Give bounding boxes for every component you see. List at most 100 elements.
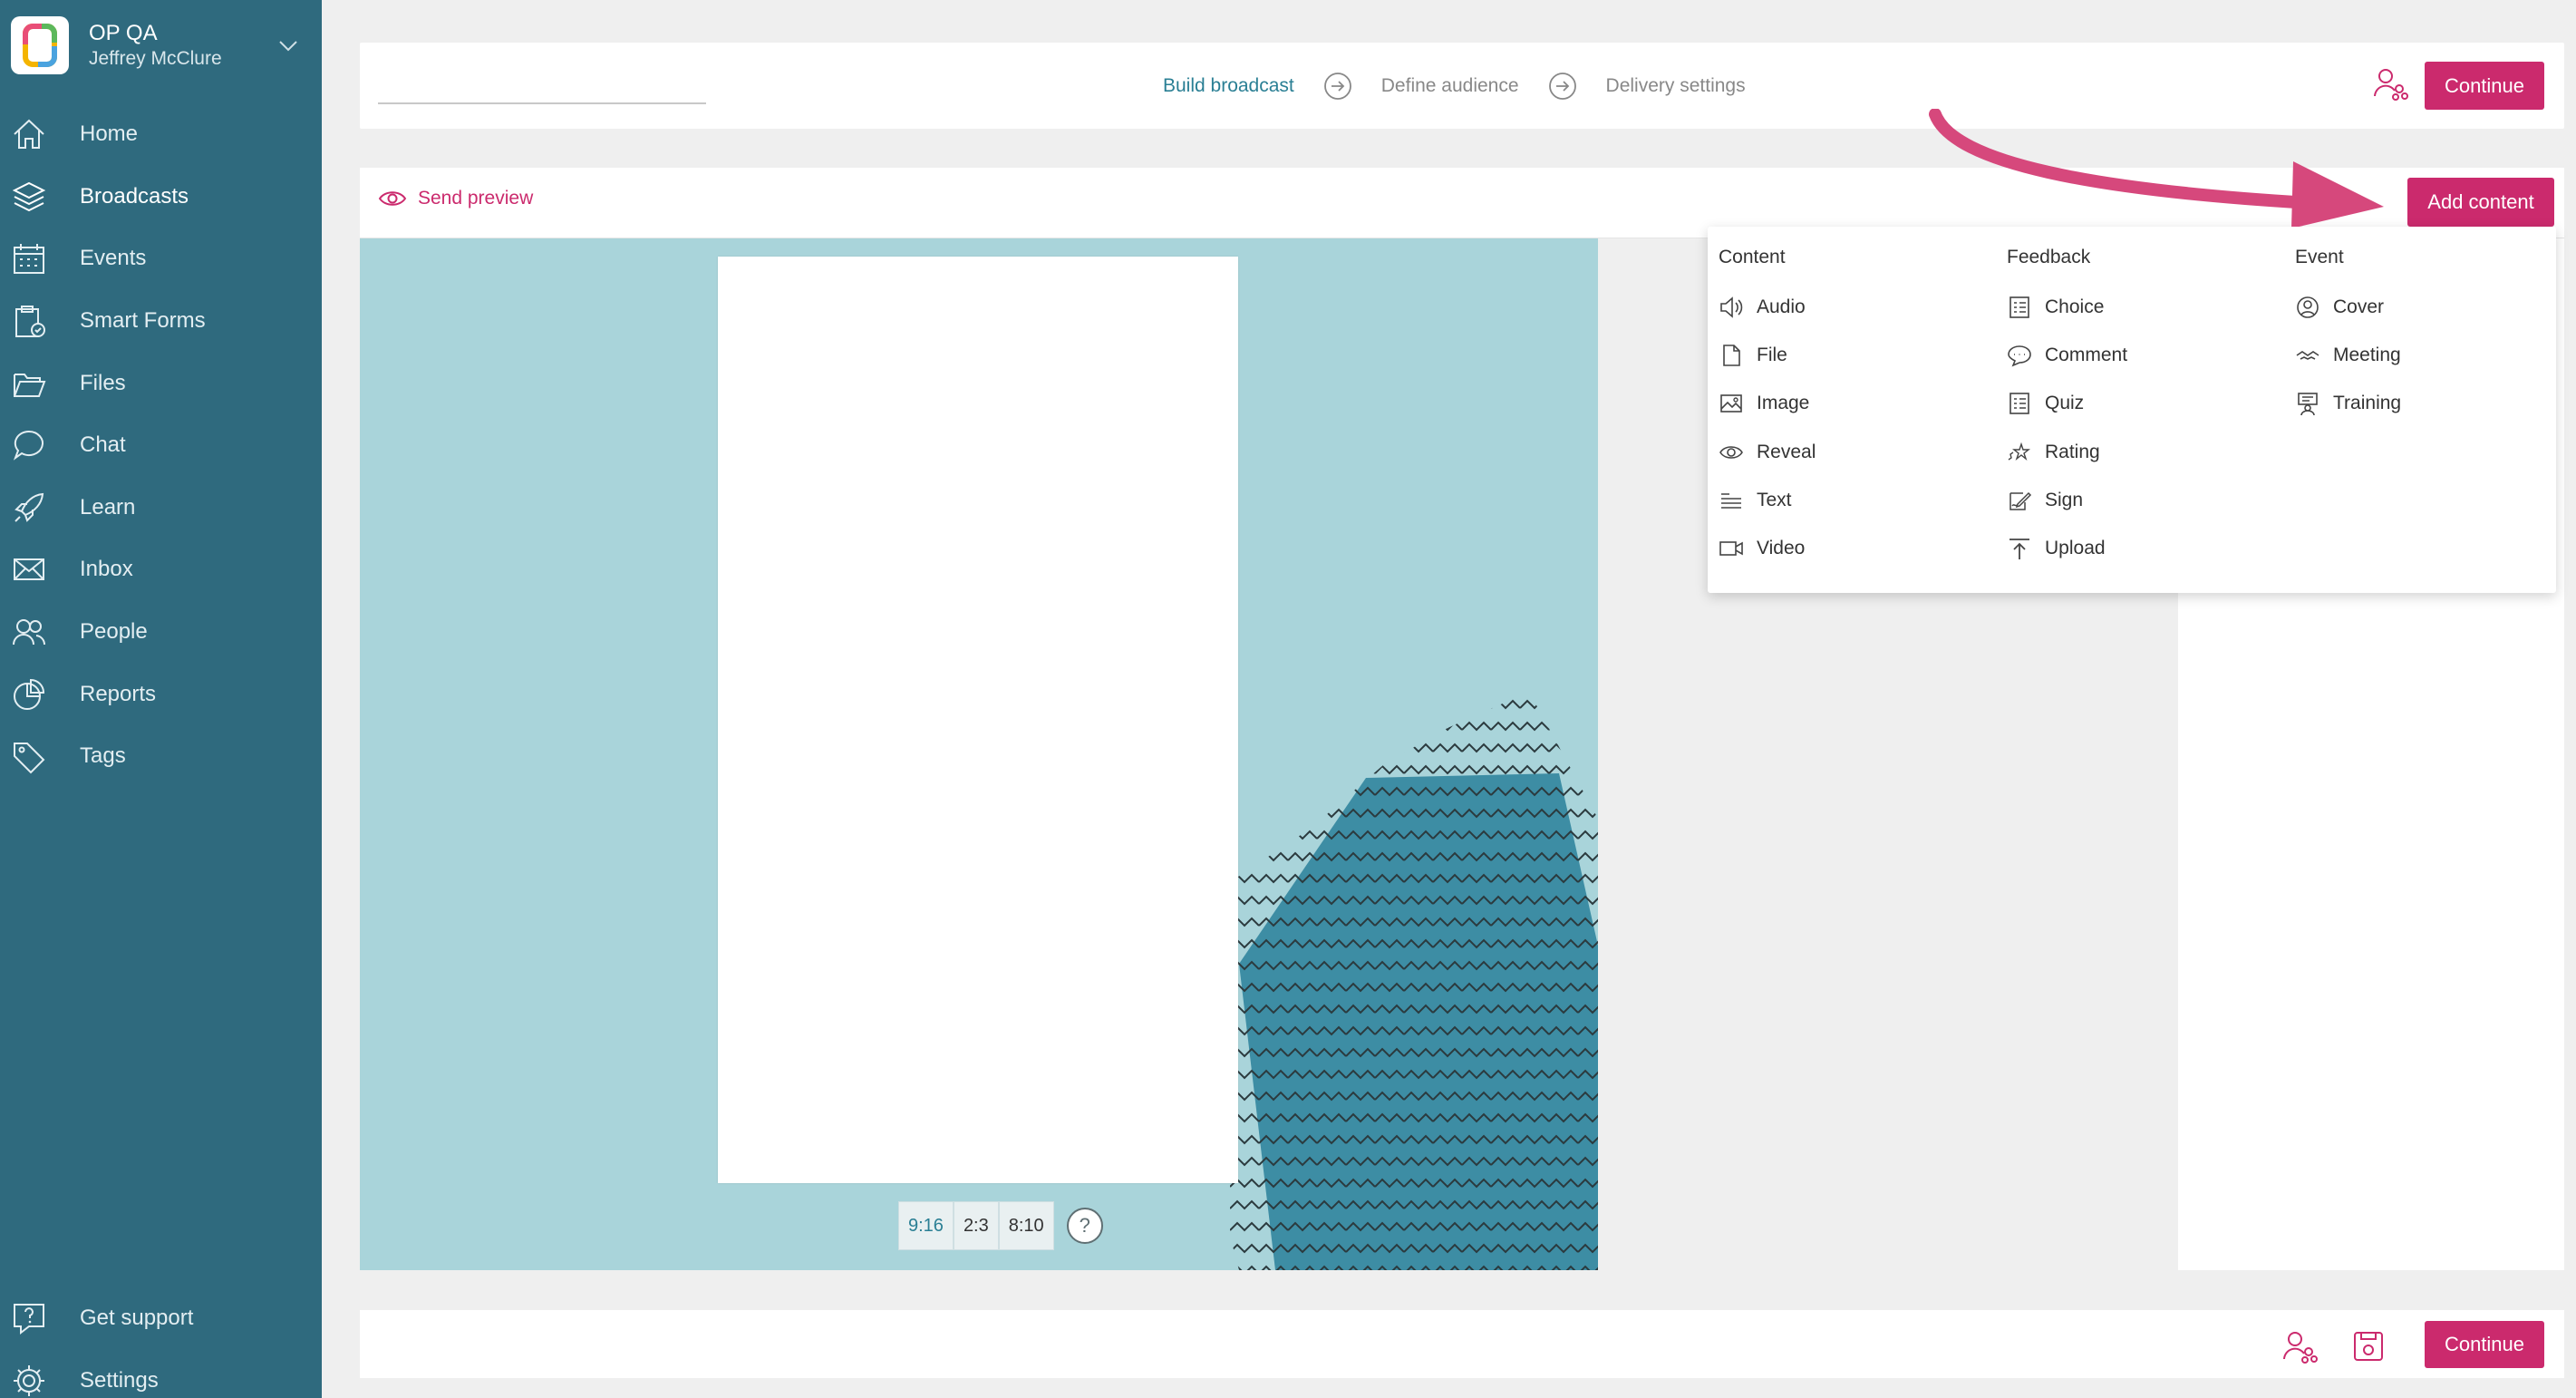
sidebar-item-people[interactable]: People	[0, 601, 322, 664]
org-name: OP QA	[89, 20, 158, 45]
send-preview-label: Send preview	[418, 188, 534, 209]
help-icon	[14, 1304, 44, 1335]
sidebar-item-chat[interactable]: Chat	[0, 414, 322, 477]
menu-item-text[interactable]: Text	[1719, 476, 2000, 524]
sidebar-item-label: Home	[80, 121, 139, 147]
sidebar-item-home[interactable]: Home	[0, 103, 322, 166]
menu-item-label: Rating	[2045, 441, 2100, 462]
menu-item-label: File	[1757, 344, 1787, 365]
menu-item-quiz[interactable]: Quiz	[2007, 380, 2288, 428]
calendar-icon	[14, 244, 44, 275]
send-preview-button[interactable]: Send preview	[378, 188, 533, 209]
bottom-bar: Continue	[360, 1310, 2564, 1378]
chevron-down-icon[interactable]	[276, 33, 301, 58]
help-button[interactable]: ?	[1066, 1208, 1103, 1244]
menu-item-cover[interactable]: Cover	[2295, 283, 2576, 331]
add-content-button[interactable]: Add content	[2407, 178, 2554, 227]
save-icon[interactable]	[2350, 1328, 2387, 1364]
sidebar-nav: Home Broadcasts Events Smart Forms Files…	[0, 103, 322, 788]
eye-icon	[1719, 445, 1743, 459]
list-icon	[2009, 296, 2029, 318]
sidebar-item-reports[interactable]: Reports	[0, 663, 322, 725]
sidebar-item-files[interactable]: Files	[0, 352, 322, 414]
eye-icon	[378, 191, 407, 206]
sidebar-item-label: Tags	[80, 743, 126, 769]
sidebar-item-label: Files	[80, 370, 126, 395]
sidebar-item-label: Settings	[80, 1367, 159, 1393]
audio-icon	[1720, 296, 1743, 318]
clipboard-icon	[15, 306, 45, 338]
ratio-9-16-button[interactable]: 9:16	[898, 1201, 954, 1250]
image-icon	[1720, 394, 1742, 413]
preview-canvas: 9:16 2:3 8:10 ?	[360, 238, 1598, 1270]
sidebar-item-smart-forms[interactable]: Smart Forms	[0, 290, 322, 353]
sidebar-item-learn[interactable]: Learn	[0, 477, 322, 539]
menu-heading: Content	[1719, 247, 1786, 267]
audience-icon[interactable]	[2372, 65, 2408, 102]
video-icon	[1719, 541, 1743, 556]
sidebar-item-settings[interactable]: Settings	[0, 1350, 322, 1398]
text-icon	[1721, 493, 1741, 509]
menu-item-reveal[interactable]: Reveal	[1719, 428, 2000, 476]
rocket-icon	[15, 492, 44, 522]
pie-chart-icon	[14, 678, 45, 710]
quiz-icon	[2009, 393, 2029, 415]
sidebar-item-inbox[interactable]: Inbox	[0, 539, 322, 601]
sign-icon	[2009, 491, 2032, 510]
sidebar-item-events[interactable]: Events	[0, 228, 322, 290]
menu-item-meeting[interactable]: Meeting	[2295, 331, 2576, 379]
menu-item-audio[interactable]: Audio	[1719, 283, 2000, 331]
sidebar-item-label: Inbox	[80, 557, 133, 582]
org-switcher[interactable]: OP QA Jeffrey McClure	[11, 13, 310, 78]
add-content-menu: Content Audio File Image Reveal Text Vid…	[1708, 227, 2556, 593]
continue-button[interactable]: Continue	[2425, 62, 2544, 110]
menu-item-label: Sign	[2045, 489, 2084, 510]
menu-item-comment[interactable]: Comment	[2007, 331, 2288, 379]
step-build-broadcast[interactable]: Build broadcast	[1163, 75, 1294, 97]
menu-item-sign[interactable]: Sign	[2007, 476, 2288, 524]
org-logo	[11, 16, 69, 74]
sidebar-item-label: Reports	[80, 681, 157, 706]
broadcast-title-input[interactable]	[378, 102, 706, 104]
annotation-arrow	[1929, 109, 2384, 227]
meeting-icon	[2296, 350, 2319, 360]
mail-icon	[14, 558, 44, 581]
menu-item-label: Comment	[2045, 344, 2128, 365]
bottombar-actions	[2281, 1328, 2387, 1364]
menu-item-choice[interactable]: Choice	[2007, 283, 2288, 331]
ratio-2-3-button[interactable]: 2:3	[953, 1201, 999, 1250]
sidebar-item-label: Get support	[80, 1306, 194, 1331]
menu-item-training[interactable]: Training	[2295, 380, 2576, 428]
ratio-8-10-button[interactable]: 8:10	[998, 1201, 1054, 1250]
step-define-audience[interactable]: Define audience	[1381, 75, 1519, 97]
sidebar-item-label: Events	[80, 246, 147, 271]
menu-item-video[interactable]: Video	[1719, 524, 2000, 572]
user-name: Jeffrey McClure	[89, 47, 222, 69]
step-delivery-settings[interactable]: Delivery settings	[1606, 75, 1746, 97]
sidebar-item-tags[interactable]: Tags	[0, 725, 322, 788]
star-icon	[2008, 442, 2030, 461]
folder-icon	[14, 373, 46, 397]
menu-item-label: Upload	[2045, 538, 2106, 559]
arrow-right-icon	[1548, 72, 1576, 100]
chat-icon	[13, 431, 44, 461]
audience-icon[interactable]	[2281, 1328, 2318, 1364]
aspect-ratio-selector: 9:16 2:3 8:10 ?	[898, 1201, 1103, 1250]
menu-item-file[interactable]: File	[1719, 331, 2000, 379]
sidebar-item-label: Smart Forms	[80, 308, 206, 334]
menu-item-image[interactable]: Image	[1719, 380, 2000, 428]
menu-item-rating[interactable]: Rating	[2007, 428, 2288, 476]
layers-icon	[12, 181, 46, 212]
menu-heading: Feedback	[2007, 247, 2091, 267]
phone-preview	[718, 257, 1238, 1183]
sidebar-item-broadcasts[interactable]: Broadcasts	[0, 166, 322, 228]
tag-icon	[14, 743, 45, 774]
menu-item-label: Text	[1757, 489, 1792, 510]
wizard-steps: Build broadcast Define audience Delivery…	[1163, 43, 1746, 129]
menu-item-upload[interactable]: Upload	[2007, 524, 2288, 572]
sidebar-item-get-support[interactable]: Get support	[0, 1287, 322, 1350]
sidebar-item-label: Learn	[80, 494, 136, 519]
menu-column-content: Content Audio File Image Reveal Text Vid…	[1719, 247, 2000, 573]
menu-item-label: Meeting	[2333, 344, 2401, 365]
continue-button-bottom[interactable]: Continue	[2425, 1321, 2544, 1368]
